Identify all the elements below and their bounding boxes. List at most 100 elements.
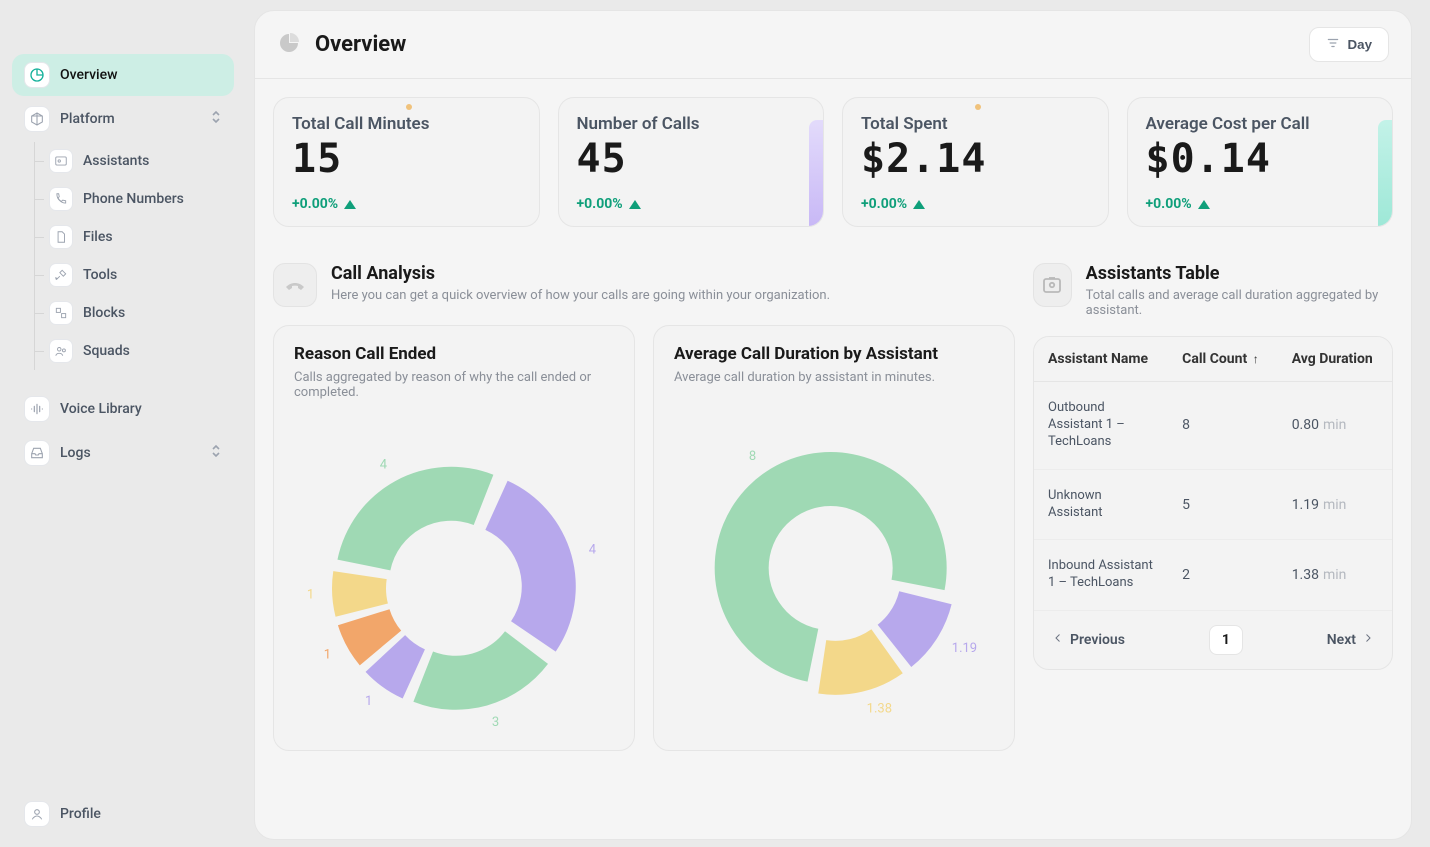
tools-icon xyxy=(49,263,73,287)
donut-reason: 443111 xyxy=(294,418,614,738)
panel: Overview Day Total Call Minutes 15 +0.00… xyxy=(254,10,1412,840)
sidebar-item-label: Overview xyxy=(60,67,117,83)
sidebar-item-tools[interactable]: Tools xyxy=(39,256,234,294)
sparkline xyxy=(809,120,823,226)
sidebar-item-label: Profile xyxy=(60,806,101,822)
pie-chart-icon xyxy=(24,62,50,88)
users-icon xyxy=(49,339,73,363)
sidebar-item-label: Files xyxy=(83,229,113,245)
donut-label: 1 xyxy=(307,587,314,602)
section-assistants-table: Assistants Table Total calls and average… xyxy=(1033,263,1393,318)
trend-up-icon xyxy=(344,200,356,209)
kpi-avg-cost-per-call[interactable]: Average Cost per Call $0.14 +0.00% xyxy=(1127,97,1394,227)
col-call-count[interactable]: Call Count ↑ xyxy=(1168,337,1278,382)
sidebar-item-squads[interactable]: Squads xyxy=(39,332,234,370)
sidebar-item-profile[interactable]: Profile xyxy=(12,793,234,835)
sort-asc-icon: ↑ xyxy=(1253,352,1259,366)
donut-label: 1 xyxy=(324,647,331,662)
donut-segment[interactable] xyxy=(332,571,388,617)
kpi-row: Total Call Minutes 15 +0.00% Number of C… xyxy=(273,97,1393,227)
cell-duration: 1.19min xyxy=(1278,469,1392,540)
range-button-label: Day xyxy=(1348,37,1372,52)
table-row[interactable]: Inbound Assistant 1 – TechLoans21.38min xyxy=(1034,540,1392,611)
donut-label: 1 xyxy=(365,694,372,709)
prev-label: Previous xyxy=(1070,632,1125,648)
kpi-delta: +0.00% xyxy=(1146,196,1375,212)
section-subtitle: Total calls and average call duration ag… xyxy=(1086,288,1393,318)
kpi-delta: +0.00% xyxy=(577,196,806,212)
donut-duration: 81.191.38 xyxy=(674,403,994,723)
sparkline xyxy=(1378,120,1392,226)
sidebar-item-overview[interactable]: Overview xyxy=(12,54,234,96)
phone-icon xyxy=(49,187,73,211)
kpi-delta: +0.00% xyxy=(861,196,1090,212)
blocks-icon xyxy=(49,301,73,325)
next-button[interactable]: Next xyxy=(1327,632,1374,648)
sidebar-item-voice-library[interactable]: Voice Library xyxy=(12,388,234,430)
sidebar-item-label: Voice Library xyxy=(60,401,142,417)
col-label: Avg Duration xyxy=(1292,351,1373,367)
assistants-table-card: Assistant Name Call Count ↑ Avg Duration… xyxy=(1033,336,1393,670)
kpi-value: 15 xyxy=(292,136,521,182)
prev-button[interactable]: Previous xyxy=(1052,632,1125,648)
cell-count: 8 xyxy=(1168,382,1278,470)
donut-label: 1.38 xyxy=(867,702,892,717)
trend-up-icon xyxy=(913,200,925,209)
sidebar-item-label: Blocks xyxy=(83,305,125,321)
kpi-delta-text: +0.00% xyxy=(861,196,907,212)
table-row[interactable]: Unknown Assistant51.19min xyxy=(1034,469,1392,540)
col-label: Assistant Name xyxy=(1048,351,1148,367)
chevrons-icon xyxy=(210,444,222,462)
sidebar-item-logs[interactable]: Logs xyxy=(12,432,234,474)
user-card-icon xyxy=(49,149,73,173)
inbox-icon xyxy=(24,440,50,466)
sidebar-item-blocks[interactable]: Blocks xyxy=(39,294,234,332)
sidebar: Overview Platform Assistants Phone Numbe… xyxy=(0,0,246,847)
table-pager: Previous 1 Next xyxy=(1034,611,1392,669)
chevrons-icon xyxy=(210,110,222,128)
donut-label: 1.19 xyxy=(952,641,977,656)
kpi-total-spent[interactable]: Total Spent $2.14 +0.00% xyxy=(842,97,1109,227)
cell-duration: 1.38min xyxy=(1278,540,1392,611)
sidebar-item-files[interactable]: Files xyxy=(39,218,234,256)
filter-icon xyxy=(1326,36,1340,53)
kpi-title: Total Call Minutes xyxy=(292,114,521,134)
donut-segment[interactable] xyxy=(337,467,493,571)
donut-segment[interactable] xyxy=(413,631,548,710)
file-icon xyxy=(49,225,73,249)
panel-header: Overview Day xyxy=(255,11,1411,79)
col-assistant-name[interactable]: Assistant Name xyxy=(1034,337,1168,382)
section-title: Call Analysis xyxy=(331,263,830,284)
platform-subitems: Assistants Phone Numbers Files Tools Blo… xyxy=(34,142,234,370)
cell-count: 2 xyxy=(1168,540,1278,611)
donut-label: 4 xyxy=(589,543,597,558)
range-button[interactable]: Day xyxy=(1309,27,1389,62)
section-call-analysis: Call Analysis Here you can get a quick o… xyxy=(273,263,1015,307)
sidebar-item-platform[interactable]: Platform xyxy=(12,98,234,140)
kpi-delta-text: +0.00% xyxy=(577,196,623,212)
card-avg-duration: Average Call Duration by Assistant Avera… xyxy=(653,325,1015,751)
cell-duration: 0.80min xyxy=(1278,382,1392,470)
kpi-title: Number of Calls xyxy=(577,114,806,134)
dot-icon xyxy=(406,104,412,110)
sidebar-item-phone-numbers[interactable]: Phone Numbers xyxy=(39,180,234,218)
donut-label: 3 xyxy=(492,715,499,730)
sidebar-item-label: Squads xyxy=(83,343,130,359)
main: Overview Day Total Call Minutes 15 +0.00… xyxy=(246,0,1430,847)
sidebar-item-assistants[interactable]: Assistants xyxy=(39,142,234,180)
donut-segment[interactable] xyxy=(485,481,575,652)
cell-name: Unknown Assistant xyxy=(1034,469,1168,540)
pie-chart-icon xyxy=(277,31,301,59)
next-label: Next xyxy=(1327,632,1356,648)
kpi-total-call-minutes[interactable]: Total Call Minutes 15 +0.00% xyxy=(273,97,540,227)
waveform-icon xyxy=(24,396,50,422)
kpi-number-of-calls[interactable]: Number of Calls 45 +0.00% xyxy=(558,97,825,227)
card-subtitle: Calls aggregated by reason of why the ca… xyxy=(294,370,614,400)
table-row[interactable]: Outbound Assistant 1 – TechLoans80.80min xyxy=(1034,382,1392,470)
cube-icon xyxy=(24,106,50,132)
trend-up-icon xyxy=(1198,200,1210,209)
page-number: 1 xyxy=(1209,625,1243,655)
cell-count: 5 xyxy=(1168,469,1278,540)
profile-icon xyxy=(24,801,50,827)
col-avg-duration[interactable]: Avg Duration xyxy=(1278,337,1392,382)
